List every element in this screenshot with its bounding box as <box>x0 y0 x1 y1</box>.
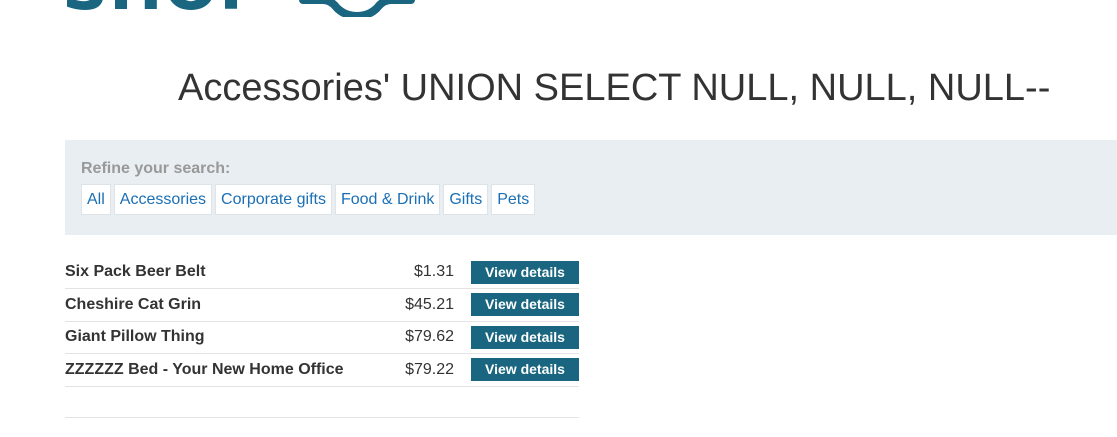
product-price: $79.62 <box>405 328 454 346</box>
table-row: Cheshire Cat Grin $45.21 View details <box>65 289 579 322</box>
table-bottom-divider <box>65 417 579 418</box>
filter-panel: Refine your search: All Accessories Corp… <box>65 140 1117 235</box>
product-name: Six Pack Beer Belt <box>65 263 206 280</box>
product-action-cell: View details <box>471 354 579 387</box>
product-action-cell: View details <box>471 256 579 289</box>
shopping-cart-logo-icon <box>299 0 415 17</box>
product-name: Cheshire Cat Grin <box>65 295 202 313</box>
view-details-button[interactable]: View details <box>471 325 579 349</box>
page-title: Accessories' UNION SELECT NULL, NULL, NU… <box>178 67 1051 109</box>
filter-food-drink-link[interactable]: Food & Drink <box>334 184 441 215</box>
product-price: $79.22 <box>405 360 454 378</box>
view-details-button[interactable]: View details <box>471 293 579 317</box>
table-row: Giant Pillow Thing $79.62 View details <box>65 321 579 354</box>
category-filter-list: All Accessories Corporate gifts Food & D… <box>81 184 536 215</box>
product-name: ZZZZZZ Bed - Your New Home Office <box>65 360 344 378</box>
site-logo[interactable]: SHOP <box>62 0 422 17</box>
filter-heading: Refine your search: <box>81 160 231 177</box>
filter-gifts-link[interactable]: Gifts <box>443 184 489 215</box>
product-price: $45.21 <box>405 295 454 313</box>
table-row: Six Pack Beer Belt $1.31 View details <box>65 256 579 289</box>
table-row: ZZZZZZ Bed - Your New Home Office $79.22… <box>65 354 579 387</box>
product-name: Giant Pillow Thing <box>65 328 205 346</box>
filter-all-link[interactable]: All <box>81 184 111 215</box>
filter-accessories-link[interactable]: Accessories <box>113 184 213 215</box>
view-details-button[interactable]: View details <box>471 260 579 284</box>
product-action-cell: View details <box>471 321 579 354</box>
product-action-cell: View details <box>471 289 579 322</box>
view-details-button[interactable]: View details <box>471 358 579 382</box>
filter-corporate-gifts-link[interactable]: Corporate gifts <box>215 184 332 215</box>
product-table: Six Pack Beer Belt $1.31 View details Ch… <box>65 256 579 387</box>
product-price: $1.31 <box>413 263 454 280</box>
filter-pets-link[interactable]: Pets <box>491 184 536 215</box>
page: SHOP Accessories' UNION SELECT NULL, NUL… <box>0 0 1117 437</box>
